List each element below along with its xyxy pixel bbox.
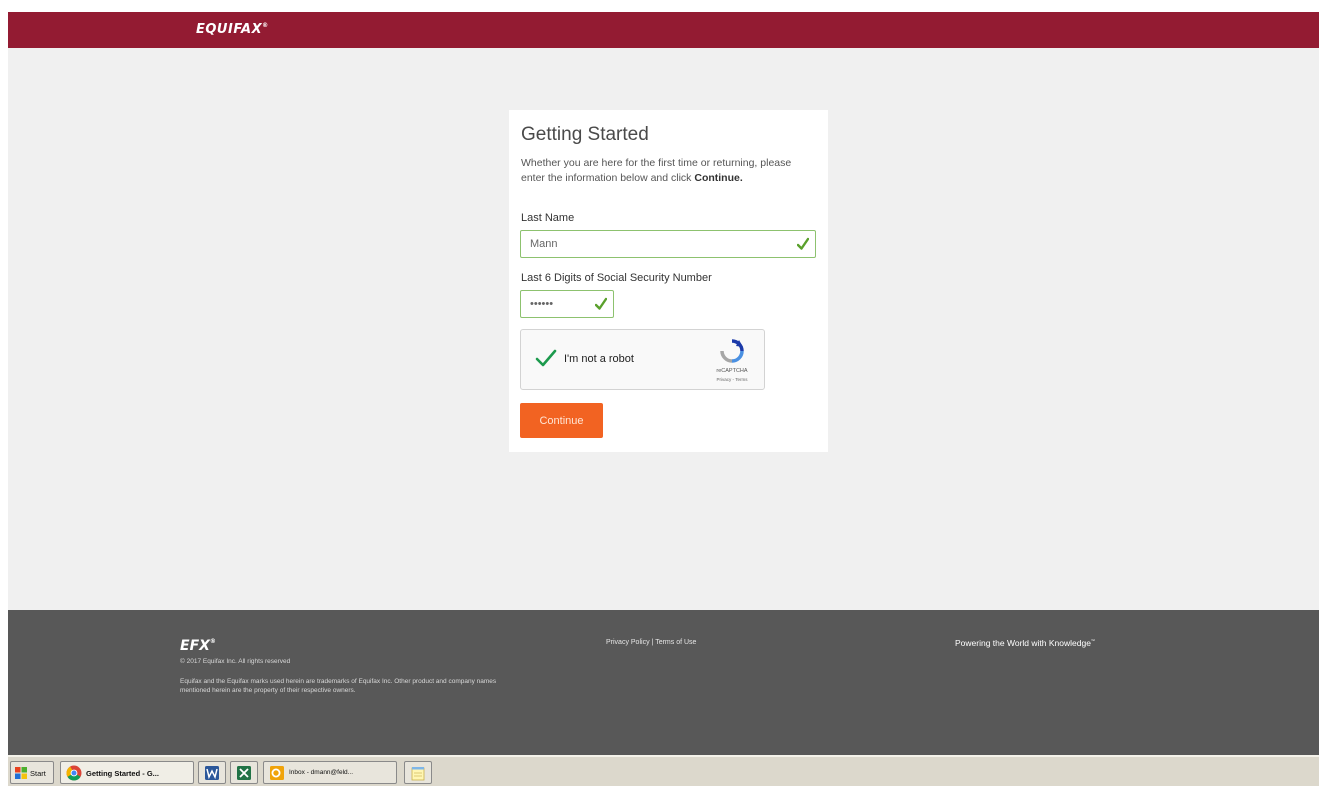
equifax-logo-text: EQUIFAX (196, 22, 263, 37)
screen: EQUIFAX® Getting Started Whether you are… (8, 12, 1319, 786)
word-taskbar-button[interactable] (198, 761, 226, 784)
start-button[interactable]: Start (10, 761, 54, 784)
page-title: Getting Started (521, 124, 649, 145)
windows-flag-icon (15, 767, 27, 779)
chrome-task-label: Getting Started - G... (86, 769, 159, 778)
recaptcha-links[interactable]: Privacy - Terms (707, 377, 757, 382)
recaptcha-logo-icon (720, 339, 744, 363)
footer-link-separator: | (651, 639, 654, 646)
copyright-text: © 2017 Equifax Inc. All rights reserved (180, 658, 291, 665)
taskbar: Start Getting Started - G... Inbox - dma… (8, 755, 1319, 786)
continue-button[interactable]: Continue (520, 403, 603, 438)
ssn-label: Last 6 Digits of Social Security Number (521, 272, 712, 284)
excel-taskbar-button[interactable] (230, 761, 258, 784)
recaptcha-brand: reCAPTCHA (716, 368, 748, 374)
efx-logo-mark: ® (209, 638, 216, 645)
check-icon (797, 237, 809, 250)
last-name-label: Last Name (521, 212, 575, 224)
last-name-field[interactable] (520, 230, 816, 258)
terms-of-use-link[interactable]: Terms of Use (655, 639, 696, 646)
ssn-field[interactable] (520, 290, 614, 318)
notepad-icon (411, 767, 425, 781)
outlook-task-label: Inbox - dmann@feld... (289, 769, 354, 776)
getting-started-card: Getting Started Whether you are here for… (509, 110, 828, 452)
captcha-checkmark-icon[interactable] (535, 348, 557, 368)
start-label: Start (30, 769, 46, 778)
outlook-icon (270, 766, 284, 780)
efx-logo-text: EFX (180, 638, 210, 654)
check-icon (595, 297, 607, 310)
intro-text-body: Whether you are here for the first time … (521, 157, 792, 184)
outlook-taskbar-button[interactable]: Inbox - dmann@feld... (263, 761, 397, 784)
chrome-taskbar-button[interactable]: Getting Started - G... (60, 761, 194, 784)
tagline-text: Powering the World with Knowledge (955, 638, 1091, 648)
recaptcha-widget: I'm not a robot reCAPTCHA Privacy - Term… (520, 329, 765, 390)
footer-links: Privacy Policy | Terms of Use (606, 639, 696, 646)
privacy-policy-link[interactable]: Privacy Policy (606, 639, 650, 646)
equifax-logo-mark: ® (262, 22, 269, 29)
site-header: EQUIFAX® (8, 12, 1319, 48)
trademark-text: Equifax and the Equifax marks used herei… (180, 678, 497, 694)
intro-continue-bold: Continue. (694, 172, 743, 184)
intro-text: Whether you are here for the first time … (521, 156, 817, 186)
captcha-label: I'm not a robot (564, 353, 634, 365)
site-footer: EFX® © 2017 Equifax Inc. All rights rese… (8, 610, 1319, 755)
notepad-taskbar-button[interactable] (404, 761, 432, 784)
tagline: Powering the World with Knowledge™ (955, 638, 1095, 648)
tagline-mark: ™ (1090, 638, 1095, 643)
excel-icon (237, 766, 251, 780)
equifax-logo[interactable]: EQUIFAX® (196, 22, 269, 37)
chrome-icon (66, 765, 82, 781)
efx-logo: EFX® (180, 638, 216, 654)
last-name-input[interactable] (521, 231, 815, 257)
word-icon (205, 766, 219, 780)
